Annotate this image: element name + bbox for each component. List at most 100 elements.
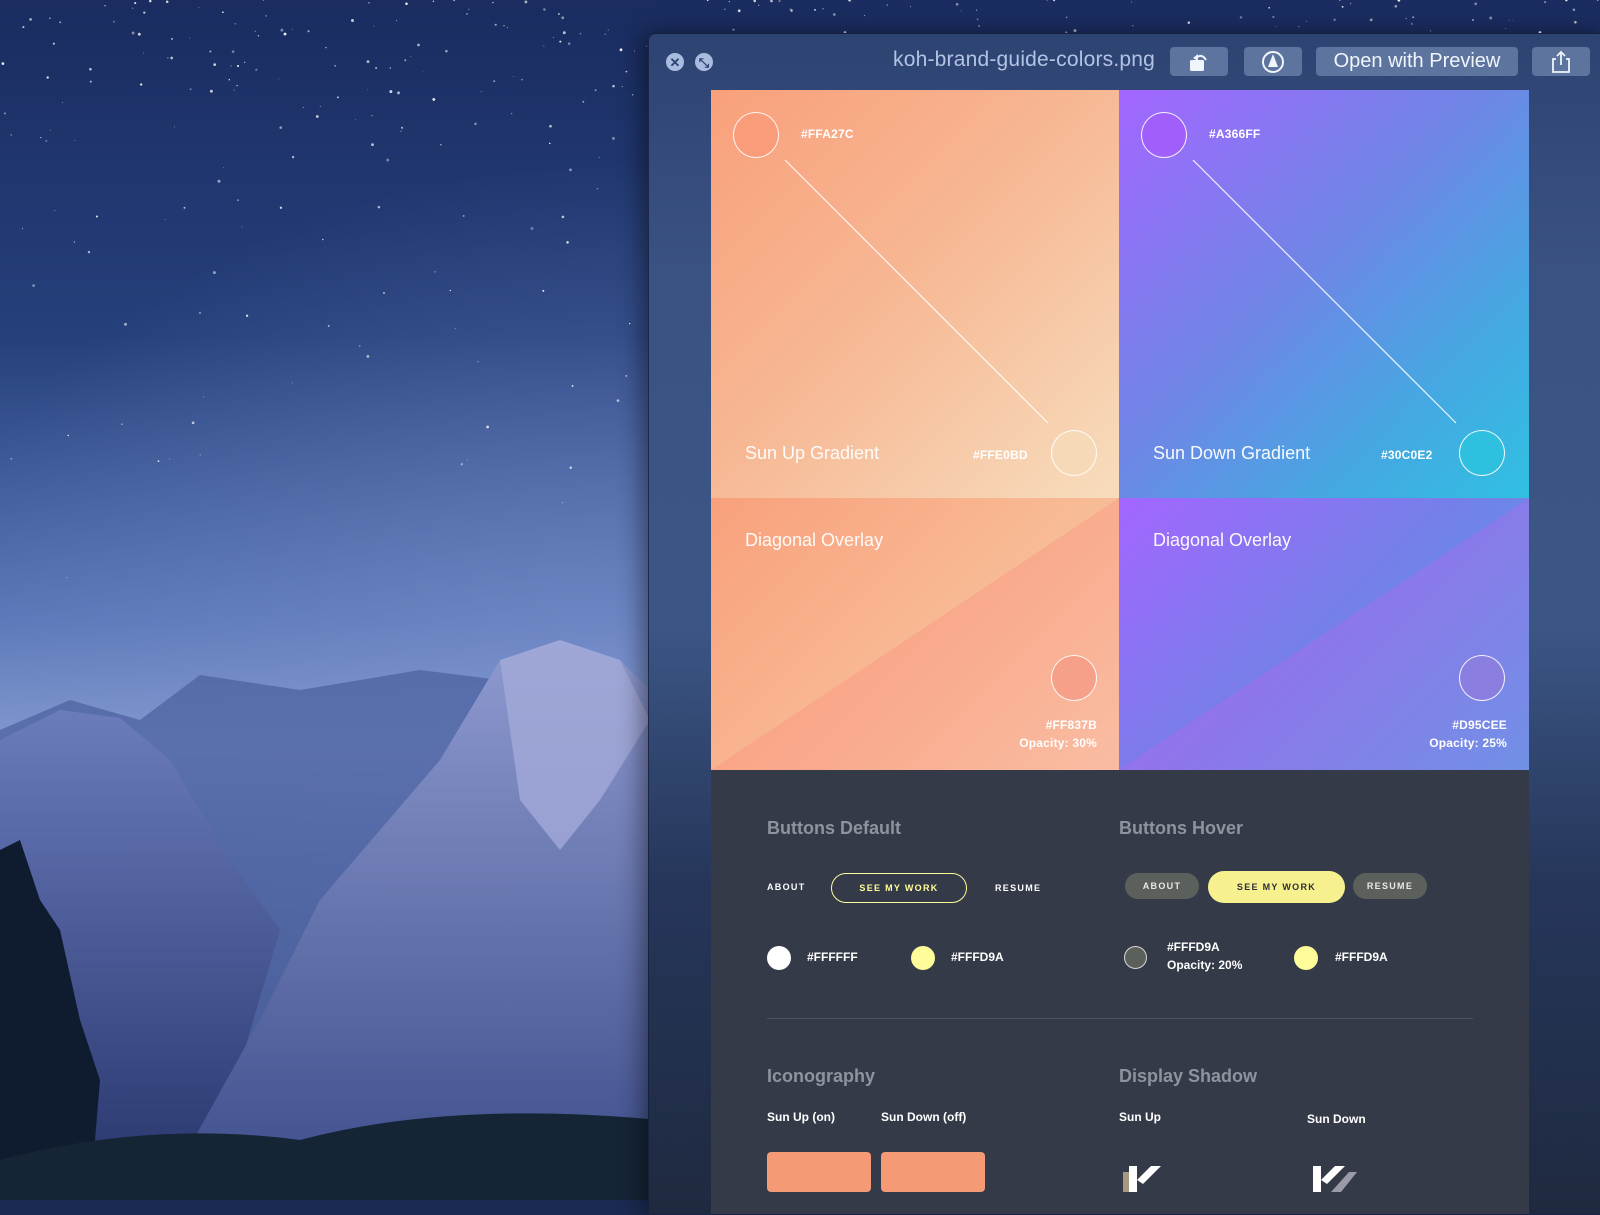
star: [449, 289, 451, 292]
markup-button[interactable]: [1244, 47, 1302, 76]
k-logo-icon: [1313, 1166, 1357, 1192]
star: [569, 466, 572, 469]
star: [396, 19, 398, 22]
star: [366, 60, 370, 63]
star: [625, 70, 628, 73]
star: [199, 454, 201, 456]
star: [567, 42, 571, 45]
star: [562, 31, 566, 35]
diagonal-overlay-panel-sun-down: Diagonal Overlay #D95CEE Opacity: 25%: [1119, 498, 1529, 770]
star: [52, 42, 55, 45]
star: [1572, 8, 1576, 12]
window-title: koh-brand-guide-colors.png: [893, 48, 1156, 71]
star: [212, 271, 216, 275]
star: [1130, 1, 1133, 3]
star: [909, 6, 912, 8]
star: [1565, 0, 1568, 2]
star: [1306, 20, 1307, 22]
icon-tile-sun-up: [767, 1152, 871, 1192]
k-logo-icon: [1123, 1166, 1161, 1192]
star: [165, 0, 169, 3]
star: [257, 35, 260, 37]
star: [104, 5, 106, 7]
star: [283, 32, 287, 36]
share-icon: [1552, 50, 1570, 73]
star: [191, 421, 195, 425]
star: [73, 241, 76, 243]
star: [1046, 0, 1048, 1]
star: [322, 238, 324, 241]
diagonal-overlay-panel-sun-up: Diagonal Overlay #FF837B Opacity: 30%: [711, 498, 1119, 770]
close-button[interactable]: ✕: [666, 53, 684, 71]
star: [262, 0, 264, 1]
star: [236, 84, 238, 87]
star: [432, 0, 435, 2]
star: [1053, 0, 1056, 2]
overlay-color-swatch: [1051, 655, 1097, 701]
star: [634, 50, 636, 52]
star: [354, 119, 356, 121]
icon-label-on: Sun Up (on): [767, 1110, 835, 1124]
star: [758, 4, 760, 6]
star: [29, 18, 32, 21]
star: [278, 78, 280, 80]
star: [170, 56, 174, 60]
star: [1268, 6, 1271, 9]
star: [503, 25, 505, 27]
star: [383, 292, 385, 294]
star: [291, 155, 295, 159]
star: [254, 30, 257, 33]
star: [134, 2, 137, 5]
star: [368, 2, 370, 4]
star: [625, 374, 628, 377]
star: [231, 50, 235, 53]
star: [400, 130, 402, 132]
star: [234, 22, 237, 25]
star: [291, 382, 293, 384]
sun-up-gradient-panel: #FFA27C Sun Up Gradient #FFE0BD: [711, 90, 1119, 498]
star: [40, 137, 42, 139]
color-swatch-white: [767, 946, 791, 970]
end-hex-label: #FFE0BD: [973, 448, 1028, 462]
star: [607, 29, 609, 31]
start-hex-label: #A366FF: [1209, 127, 1261, 141]
star: [955, 3, 959, 6]
star: [233, 89, 235, 91]
star: [549, 142, 551, 145]
star: [1333, 18, 1336, 22]
gradient-title: Sun Up Gradient: [745, 443, 880, 463]
close-icon: ✕: [669, 54, 681, 70]
star: [46, 76, 49, 79]
star: [336, 96, 339, 99]
star: [480, 91, 482, 93]
star: [432, 97, 436, 101]
star: [371, 143, 374, 147]
star: [440, 143, 442, 146]
star: [1474, 2, 1477, 6]
star: [976, 18, 979, 21]
star: [189, 37, 191, 39]
star: [228, 79, 230, 81]
star: [3, 112, 6, 115]
star: [559, 40, 562, 43]
star: [87, 250, 91, 254]
star: [319, 105, 321, 107]
star: [32, 284, 35, 287]
star: [462, 214, 465, 217]
star: [373, 25, 375, 27]
star: [562, 502, 563, 504]
star: [199, 312, 201, 314]
open-with-preview-button[interactable]: Open with Preview: [1316, 47, 1518, 76]
star: [397, 91, 400, 95]
fullscreen-icon: ⤡: [698, 54, 710, 70]
star: [164, 219, 166, 221]
star: [131, 31, 135, 35]
star: [582, 100, 585, 103]
share-button[interactable]: [1532, 47, 1590, 76]
star: [1394, 4, 1398, 8]
rotate-left-button[interactable]: [1170, 47, 1228, 76]
star: [189, 88, 192, 91]
star: [198, 7, 200, 9]
fullscreen-button[interactable]: ⤡: [695, 53, 713, 71]
star: [371, 115, 373, 117]
